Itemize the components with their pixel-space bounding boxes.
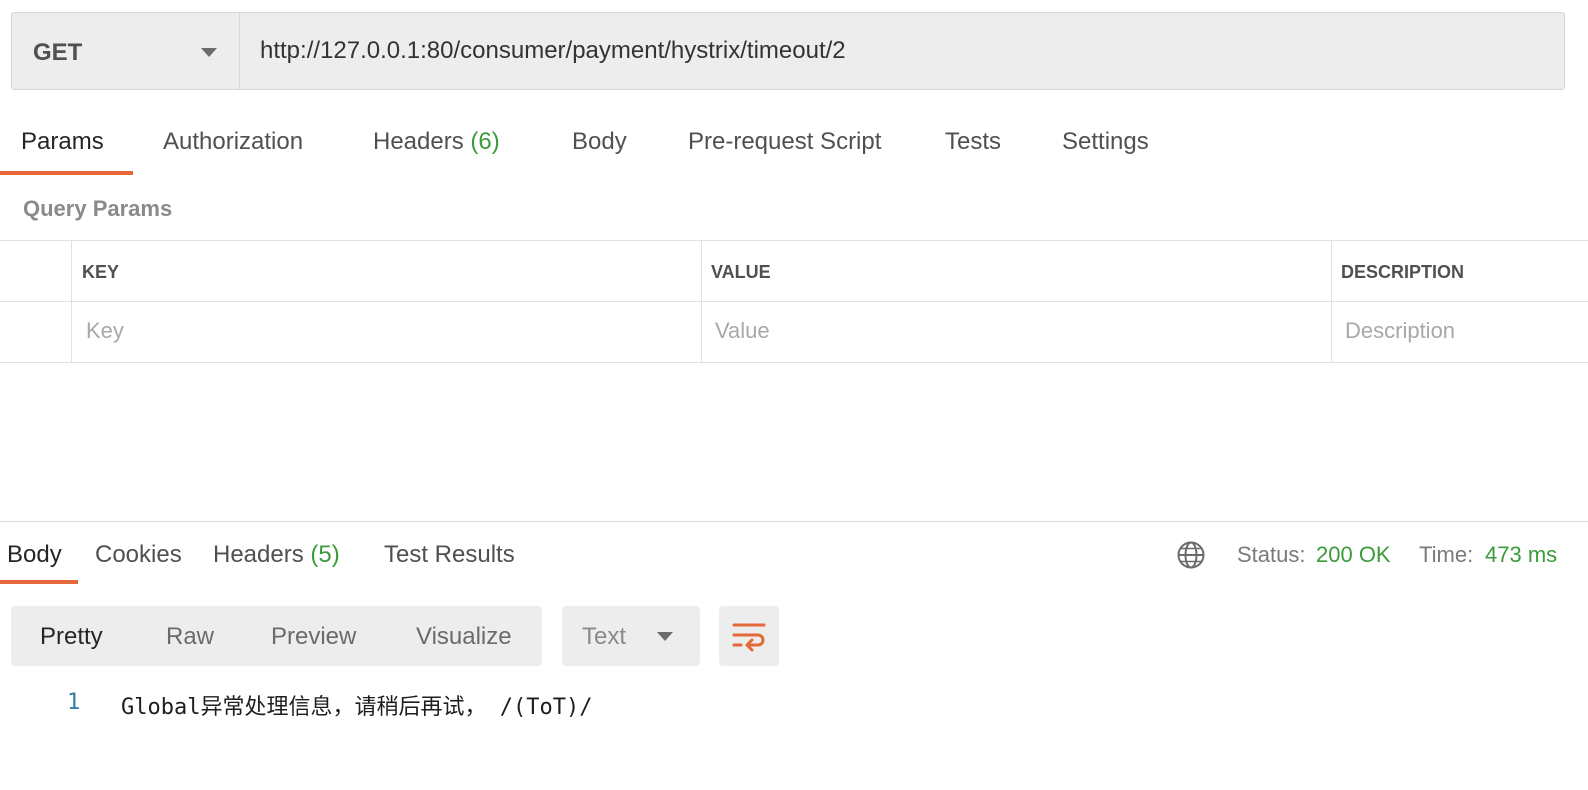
table-divider [71, 240, 72, 362]
response-tab-cookies[interactable]: Cookies [95, 541, 182, 569]
key-input[interactable]: Key [86, 318, 124, 344]
table-divider [1331, 240, 1332, 362]
tab-pre-request-script[interactable]: Pre-request Script [688, 128, 881, 156]
headers-count: (6) [470, 128, 500, 155]
method-select[interactable]: GET [12, 13, 240, 89]
tab-settings[interactable]: Settings [1062, 128, 1149, 156]
response-body-line: Global异常处理信息，请稍后再试， /(ToT)/ [121, 695, 593, 720]
tab-label: Headers [213, 541, 304, 568]
format-label: Text [582, 623, 627, 650]
table-divider [0, 362, 1588, 363]
status-label: Status: [1237, 542, 1306, 567]
headers-count: (5) [310, 541, 340, 568]
globe-icon[interactable] [1176, 540, 1206, 570]
view-raw-button[interactable]: Raw [166, 623, 214, 651]
table-divider [0, 240, 1588, 241]
tab-label: Cookies [95, 541, 182, 568]
tab-label: Authorization [163, 128, 304, 155]
column-header-description: DESCRIPTION [1341, 262, 1465, 282]
description-input[interactable]: Description [1345, 318, 1455, 344]
tab-label: Tests [945, 128, 1002, 155]
chevron-down-icon [657, 632, 673, 641]
view-pretty-button[interactable]: Pretty [40, 623, 103, 651]
tab-label: Params [21, 128, 104, 155]
response-tab-body[interactable]: Body [7, 541, 62, 569]
active-tab-indicator [0, 171, 133, 175]
value-input[interactable]: Value [715, 318, 770, 344]
tab-label: Headers [373, 128, 464, 155]
view-visualize-button[interactable]: Visualize [416, 623, 512, 651]
status-value: 200 OK [1316, 542, 1391, 567]
tab-params[interactable]: Params [21, 128, 104, 156]
tab-authorization[interactable]: Authorization [163, 128, 303, 156]
table-divider [0, 301, 1588, 302]
tab-label: Settings [1062, 128, 1149, 155]
url-input[interactable]: http://127.0.0.1:80/consumer/payment/hys… [260, 37, 846, 65]
tab-label: Body [572, 128, 627, 155]
method-label: GET [33, 39, 83, 66]
response-tab-test-results[interactable]: Test Results [384, 541, 515, 569]
wrap-lines-button[interactable] [719, 606, 779, 666]
tab-headers[interactable]: Headers (6) [373, 128, 500, 156]
column-header-value: VALUE [711, 262, 771, 282]
table-divider [701, 240, 702, 362]
time-label: Time: [1419, 542, 1474, 567]
query-params-title: Query Params [23, 196, 173, 221]
tab-tests[interactable]: Tests [945, 128, 1001, 156]
line-number: 1 [67, 690, 81, 715]
format-select[interactable]: Text [562, 606, 700, 666]
time-value: 473 ms [1485, 542, 1558, 567]
tab-label: Pre-request Script [688, 128, 882, 155]
view-mode-group: Pretty Raw Preview Visualize [11, 606, 542, 666]
tab-label: Test Results [384, 541, 515, 568]
wrap-lines-icon [732, 623, 766, 652]
section-divider [0, 521, 1588, 522]
response-tab-headers[interactable]: Headers (5) [213, 541, 340, 569]
tab-body[interactable]: Body [572, 128, 627, 156]
chevron-down-icon [201, 48, 217, 57]
view-preview-button[interactable]: Preview [271, 623, 356, 651]
column-header-key: KEY [82, 262, 120, 282]
active-tab-indicator [0, 580, 78, 584]
tab-label: Body [7, 541, 62, 568]
request-bar: GET http://127.0.0.1:80/consumer/payment… [11, 12, 1565, 90]
